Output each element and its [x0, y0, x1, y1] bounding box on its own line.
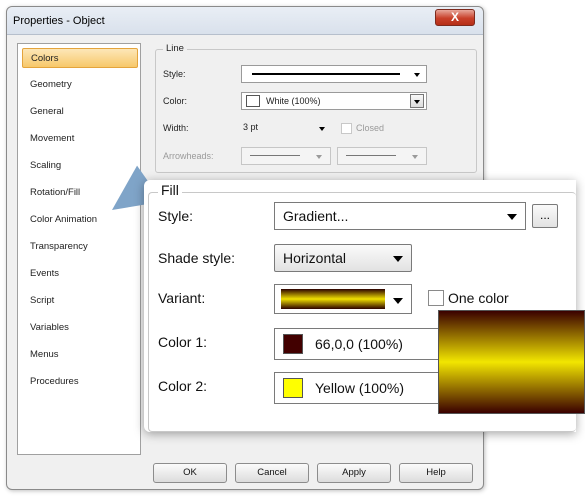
sidebar-item-procedures[interactable]: Procedures — [22, 372, 138, 392]
fill-style-value: Gradient... — [283, 208, 349, 224]
closed-label: Closed — [356, 123, 385, 133]
cancel-button[interactable]: Cancel — [235, 463, 309, 483]
sidebar-item-menus[interactable]: Menus — [22, 345, 138, 365]
line-color-value: White (100%) — [266, 96, 321, 106]
color1-select[interactable]: 66,0,0 (100%) — [274, 328, 444, 360]
color2-select[interactable]: Yellow (100%) — [274, 372, 444, 404]
fill-group-legend: Fill — [158, 182, 182, 198]
arrowhead-end-select[interactable] — [337, 147, 427, 165]
fill-style-select[interactable]: Gradient... — [274, 202, 526, 230]
color1-label: Color 1: — [158, 334, 208, 350]
line-width-label: Width: — [163, 123, 189, 133]
apply-button[interactable]: Apply — [317, 463, 391, 483]
gradient-variant-preview — [281, 289, 385, 309]
sidebar-item-events[interactable]: Events — [22, 264, 138, 284]
variant-select[interactable] — [274, 284, 412, 314]
close-button[interactable]: X — [435, 9, 475, 26]
ok-button[interactable]: OK — [153, 463, 227, 483]
sidebar-item-geometry[interactable]: Geometry — [22, 75, 138, 95]
sidebar-item-transparency[interactable]: Transparency — [22, 237, 138, 257]
dropdown-button[interactable] — [410, 94, 424, 108]
shade-style-label: Shade style: — [158, 250, 236, 266]
chevron-down-icon — [393, 256, 403, 262]
more-options-button[interactable]: ... — [532, 204, 558, 228]
arrowheads-label: Arrowheads: — [163, 151, 214, 161]
help-button[interactable]: Help — [399, 463, 473, 483]
sidebar-item-colors[interactable]: Colors — [22, 48, 138, 68]
line-style-select[interactable] — [241, 65, 427, 83]
color2-label: Color 2: — [158, 378, 208, 394]
one-color-label: One color — [448, 290, 509, 306]
chevron-down-icon — [393, 298, 403, 304]
line-width-select[interactable]: 3 pt — [241, 119, 333, 137]
arrowhead-preview — [346, 155, 396, 156]
arrowhead-preview — [250, 155, 300, 156]
chevron-down-icon — [414, 100, 420, 104]
shade-style-select[interactable]: Horizontal — [274, 244, 412, 272]
chevron-down-icon — [414, 73, 420, 77]
line-style-preview — [252, 73, 400, 75]
white-swatch — [246, 95, 260, 107]
color1-swatch — [283, 334, 303, 354]
color1-value: 66,0,0 (100%) — [315, 336, 403, 352]
closed-checkbox[interactable] — [341, 123, 352, 134]
line-group-legend: Line — [163, 43, 187, 54]
chevron-down-icon — [412, 155, 418, 159]
sidebar-item-variables[interactable]: Variables — [22, 318, 138, 338]
color2-value: Yellow (100%) — [315, 380, 404, 396]
chevron-down-icon — [507, 214, 517, 220]
gradient-preview-large — [438, 310, 585, 414]
fill-style-label: Style: — [158, 208, 194, 224]
chevron-down-icon — [316, 155, 322, 159]
shade-style-value: Horizontal — [283, 250, 347, 266]
category-list: Colors Geometry General Movement Scaling… — [17, 43, 141, 455]
title-bar[interactable]: Properties - Object X — [7, 7, 483, 35]
window-title: Properties - Object — [13, 15, 105, 27]
chevron-down-icon — [319, 127, 325, 131]
line-color-select[interactable]: White (100%) — [241, 92, 427, 110]
sidebar-item-movement[interactable]: Movement — [22, 129, 138, 149]
sidebar-item-scaling[interactable]: Scaling — [22, 156, 138, 176]
line-color-label: Color: — [163, 96, 188, 106]
color2-swatch — [283, 378, 303, 398]
variant-label: Variant: — [158, 290, 206, 306]
arrowhead-start-select[interactable] — [241, 147, 331, 165]
line-width-value: 3 pt — [243, 122, 259, 132]
sidebar-item-general[interactable]: General — [22, 102, 138, 122]
line-style-label: Style: — [163, 69, 186, 79]
sidebar-item-script[interactable]: Script — [22, 291, 138, 311]
one-color-checkbox[interactable] — [428, 290, 444, 306]
